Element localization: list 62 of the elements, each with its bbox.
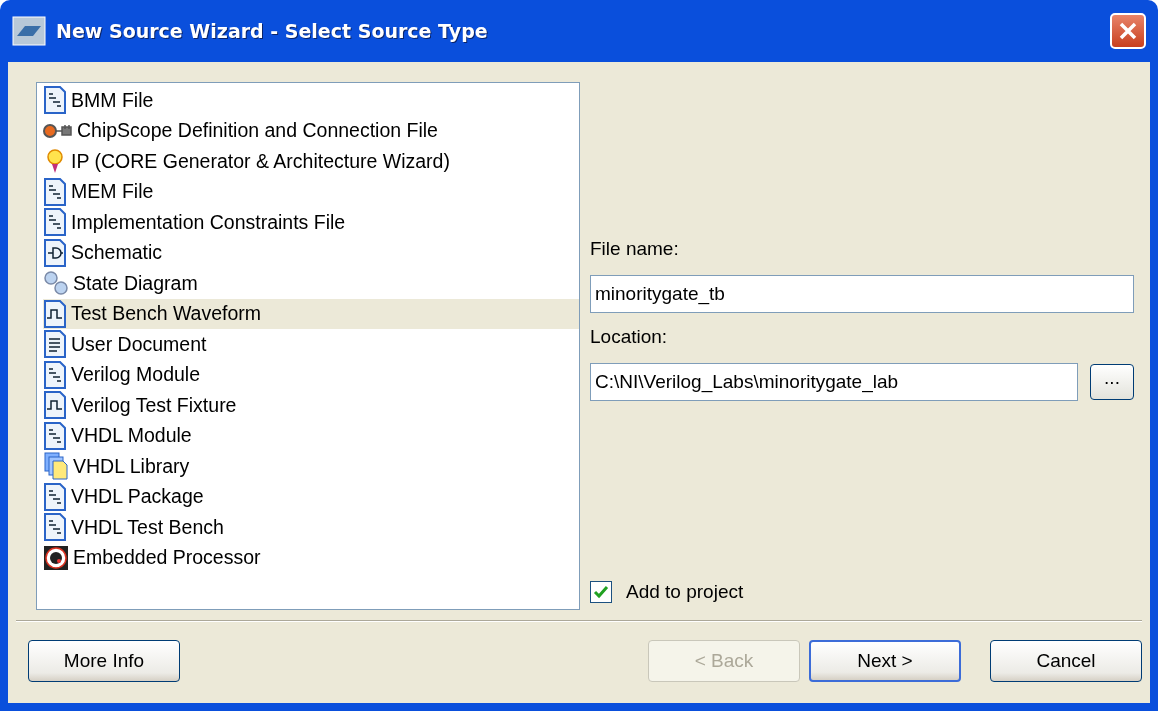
item-label: IP (CORE Generator & Architecture Wizard) [71,149,450,173]
source-type-item[interactable]: Verilog Module [43,359,579,390]
stacked-files-icon [43,452,69,481]
document-icon [43,208,67,237]
source-type-item[interactable]: User Document [43,329,579,360]
item-label: User Document [71,332,207,356]
text-document-icon [43,330,67,359]
document-icon [43,360,67,389]
item-label: VHDL Module [71,424,192,448]
source-type-item[interactable]: Test Bench Waveform [43,298,579,329]
wizard-button[interactable]: Next > [809,640,961,682]
source-type-item[interactable]: VHDL Library [43,451,579,482]
source-type-item[interactable]: Verilog Test Fixture [43,390,579,421]
item-label: VHDL Test Bench [71,515,224,539]
window-title: New Source Wizard - Select Source Type [56,20,489,42]
item-label: BMM File [71,88,154,112]
gate-icon [43,238,67,267]
app-logo-icon [12,16,46,46]
item-label: MEM File [71,180,154,204]
source-type-item[interactable]: BMM File [43,85,579,116]
more-info-button[interactable]: More Info [28,640,180,682]
checkbox[interactable] [590,581,612,603]
document-icon [43,513,67,542]
source-type-item[interactable]: Schematic [43,237,579,268]
source-type-item[interactable]: VHDL Package [43,481,579,512]
check-icon [593,585,609,599]
source-type-item[interactable]: State Diagram [43,268,579,299]
document-icon [43,177,67,206]
file-name-field[interactable]: minoritygate_tb [590,275,1134,313]
probe-icon [43,122,73,139]
checkbox-label: Add to project [626,580,744,604]
document-icon [43,482,67,511]
item-label: State Diagram [73,271,198,295]
browse-button[interactable]: ... [1090,364,1134,400]
item-label: VHDL Library [73,454,190,478]
document-icon [43,421,67,450]
item-label: VHDL Package [71,485,204,509]
source-type-item[interactable]: VHDL Module [43,420,579,451]
processor-icon [43,544,69,571]
source-type-item[interactable]: Embedded Processor [43,542,579,573]
close-icon [1118,21,1138,41]
close-button[interactable] [1110,13,1146,49]
item-label: Schematic [71,241,163,265]
field-label: File name: [590,237,680,261]
field-label: Location: [590,325,669,349]
document-icon [43,86,67,115]
item-label: Test Bench Waveform [71,302,261,326]
waveform-icon [43,299,67,328]
item-label: Verilog Test Fixture [71,393,237,417]
waveform-icon [43,391,67,420]
source-type-item[interactable]: Implementation Constraints File [43,207,579,238]
location-field[interactable]: C:\NI\Verilog_Labs\minoritygate_lab [590,363,1078,401]
source-type-item[interactable]: IP (CORE Generator & Architecture Wizard) [43,146,579,177]
item-label: Implementation Constraints File [71,210,346,234]
source-type-item[interactable]: ChipScope Definition and Connection File [43,115,579,146]
item-label: ChipScope Definition and Connection File [77,119,438,143]
item-label: Embedded Processor [73,546,261,570]
item-label: Verilog Module [71,363,200,387]
wizard-button[interactable]: Cancel [990,640,1142,682]
circles-icon [43,270,69,297]
source-type-item[interactable]: VHDL Test Bench [43,512,579,543]
source-type-item[interactable]: MEM File [43,176,579,207]
